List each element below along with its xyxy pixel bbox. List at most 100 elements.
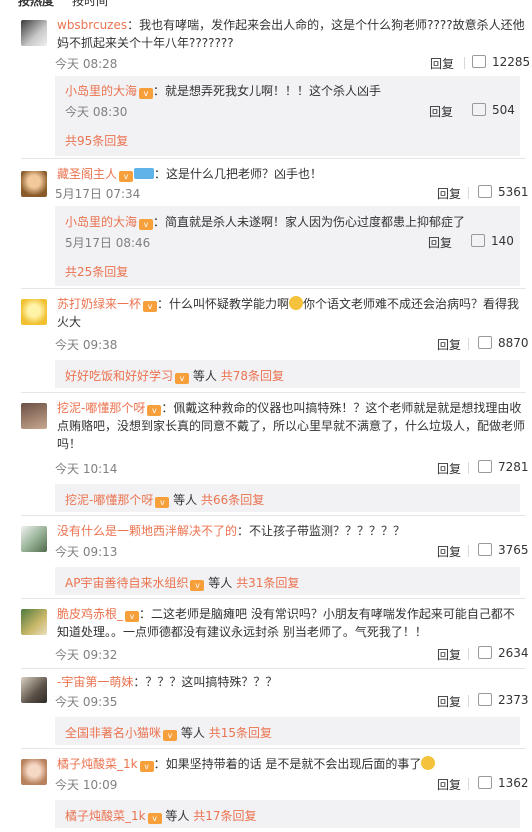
comment-time: 今天 09:13 (55, 545, 118, 559)
comment-time: 今天 08:28 (55, 57, 118, 71)
avatar[interactable] (21, 759, 47, 785)
comment-username[interactable]: 藏圣阁主人 (57, 167, 117, 181)
sub-reply-box: AP宇宙善待自来水组织 v 等人 共31条回复 (55, 567, 520, 595)
tag-badge-icon (134, 168, 155, 179)
more-replies-link[interactable]: 好好吃饭和好好学习 v 等人 共78条回复 (65, 367, 284, 384)
vip-badge-icon: v (190, 580, 205, 591)
like-button[interactable]: 2373 (478, 693, 529, 707)
reply-username[interactable]: 小岛里的大海 (65, 215, 137, 229)
comment-time: 今天 10:14 (55, 462, 118, 476)
thumb-up-icon (478, 543, 492, 556)
comment-text: 挖泥-嘟懂那个呀 v ：佩戴这种救命的仪器也叫搞特殊！？这个老师就是就是想找理由收点… (57, 401, 526, 451)
comment-time: 今天 09:32 (55, 648, 118, 662)
comment-time: 今天 10:09 (55, 778, 118, 792)
reply-button[interactable]: 回复 (437, 646, 461, 663)
reply-username[interactable]: 小岛里的大海 (65, 84, 137, 98)
vip-badge-icon: v (175, 373, 190, 384)
comment-text: 脆皮鸡赤根_ v ：二这老师是脑瘫吧 没有常识吗？小朋友有哮喘发作起来可能自己都不知… (57, 607, 515, 639)
comment-text: 藏圣阁主人 v ：这是什么几把老师？凶手也！ (57, 167, 323, 182)
vip-badge-icon: v (143, 301, 158, 312)
comment-text: 苏打奶绿来一杯 v ：什么叫怀疑教学能力啊 你个语文老师难不成还会治病吗？看得我火大 (57, 296, 520, 329)
sub-reply-box: 小岛里的大海 v ：就是想弄死我女儿啊！！！这个杀人凶手 今天 08:30 回复 5… (55, 76, 520, 156)
avatar[interactable] (21, 403, 47, 429)
comment-username[interactable]: wbsbrcuzes (57, 18, 127, 32)
comment-username[interactable]: 没有什么是一颗地西泮解决不了的 (57, 524, 237, 538)
more-replies-link[interactable]: 挖泥-嘟懂那个呀 v 等人 共66条回复 (65, 491, 264, 508)
vip-badge-icon: v (147, 405, 162, 416)
like-button[interactable]: 8870 (478, 336, 529, 350)
sub-reply-box: 挖泥-嘟懂那个呀 v 等人 共66条回复 (55, 484, 520, 512)
sub-reply-box: 橘子炖酸菜_1k v 等人 共17条回复 (55, 800, 520, 828)
reply-text: ：简直就是杀人未遂啊！家人因为伤心过度都患上抑郁症了 (153, 215, 466, 229)
thumb-up-icon (478, 460, 492, 473)
vip-badge-icon: v (155, 497, 170, 508)
thumb-up-icon (478, 185, 492, 198)
vip-badge-icon: v (119, 171, 134, 182)
vip-badge-icon: v (139, 219, 154, 230)
reply-time: 今天 08:30 (65, 105, 128, 119)
comment-text: -宇宙第一萌妹：？？？这叫搞特殊？？？ (57, 675, 278, 689)
comment-username[interactable]: -宇宙第一萌妹 (57, 675, 133, 689)
tab-hot[interactable]: 按热度 (18, 0, 54, 9)
vip-badge-icon: v (139, 88, 154, 99)
vip-badge-icon: v (139, 761, 154, 772)
reply-button[interactable]: 回复 (428, 234, 452, 251)
like-button[interactable]: 2634 (478, 646, 529, 660)
sub-reply-box: 好好吃饭和好好学习 v 等人 共78条回复 (55, 360, 520, 388)
comment-time: 今天 09:35 (55, 695, 118, 709)
thumb-up-icon (471, 234, 485, 247)
tab-time[interactable]: 按时间 (72, 0, 108, 9)
reply-button[interactable]: 回复 (429, 103, 453, 120)
like-button[interactable]: 1362 (478, 776, 529, 790)
comment-time: 今天 09:38 (55, 338, 118, 352)
vip-badge-icon: v (163, 730, 178, 741)
comment-time: 5月17日 07:34 (55, 187, 141, 201)
like-button[interactable]: 3765 (478, 543, 529, 557)
sub-reply-box: 全国非著名小猫咪 v 等人 共15条回复 (55, 717, 520, 745)
avatar[interactable] (21, 171, 47, 197)
comment-username[interactable]: 橘子炖酸菜_1k (57, 757, 138, 771)
reply-button[interactable]: 回复 (437, 693, 461, 710)
thumb-up-icon (478, 776, 492, 789)
comment-text: 没有什么是一颗地西泮解决不了的：不让孩子带监测？？？？？？ (57, 524, 406, 538)
avatar[interactable] (21, 677, 47, 703)
thumb-up-icon (472, 55, 486, 68)
reply-button[interactable]: 回复 (437, 776, 461, 793)
worried-emoji-icon (421, 756, 436, 770)
thumb-up-icon (478, 693, 492, 706)
reply-button[interactable]: 回复 (437, 543, 461, 560)
vip-badge-icon: v (147, 813, 162, 824)
more-replies-link[interactable]: 共95条回复 (65, 132, 128, 149)
avatar[interactable] (21, 20, 47, 46)
reply-button[interactable]: 回复 (437, 460, 461, 477)
more-replies-link[interactable]: 全国非著名小猫咪 v 等人 共15条回复 (65, 724, 272, 741)
comment-username[interactable]: 苏打奶绿来一杯 (57, 297, 141, 311)
comment-text: wbsbrcuzes：我也有哮喘，发作起来会出人命的，这是个什么狗老师????故… (57, 18, 525, 50)
more-replies-link[interactable]: 橘子炖酸菜_1k v 等人 共17条回复 (65, 807, 257, 824)
like-button[interactable]: 5361 (478, 185, 529, 199)
vip-badge-icon: v (125, 611, 140, 622)
reply-button[interactable]: 回复 (430, 55, 454, 72)
reply-time: 5月17日 08:46 (65, 236, 151, 250)
thumb-up-icon (478, 646, 492, 659)
thumb-up-icon (472, 103, 486, 116)
sort-tabs: 按热度 按时间 (0, 0, 532, 9)
like-button[interactable]: 140 (471, 234, 514, 248)
sub-reply-box: 小岛里的大海 v ：简直就是杀人未遂啊！家人因为伤心过度都患上抑郁症了 5月17日 … (55, 206, 520, 286)
comment-username[interactable]: 挖泥-嘟懂那个呀 (57, 401, 145, 415)
reply-text: ：就是想弄死我女儿啊！！！这个杀人凶手 (153, 84, 382, 98)
more-replies-link[interactable]: AP宇宙善待自来水组织 v 等人 共31条回复 (65, 574, 299, 591)
comment-text: 橘子炖酸菜_1k v ：如果坚持带着的话 是不是就不会出现后面的事了 (57, 755, 525, 773)
avatar[interactable] (21, 526, 47, 552)
avatar[interactable] (21, 609, 47, 635)
comment-username[interactable]: 脆皮鸡赤根_ (57, 607, 123, 621)
reply-button[interactable]: 回复 (437, 185, 461, 202)
emoji-icon (289, 296, 304, 310)
more-replies-link[interactable]: 共25条回复 (65, 263, 128, 280)
like-button[interactable]: 12285 (472, 55, 530, 69)
like-button[interactable]: 504 (472, 103, 515, 117)
avatar[interactable] (21, 299, 47, 325)
reply-button[interactable]: 回复 (437, 336, 461, 353)
thumb-up-icon (478, 336, 492, 349)
like-button[interactable]: 7281 (478, 460, 529, 474)
